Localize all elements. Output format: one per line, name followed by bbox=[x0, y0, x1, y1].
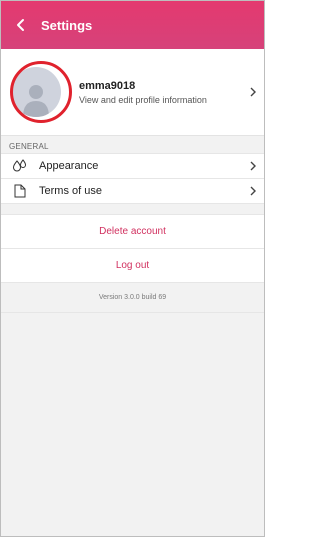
highlight-ring bbox=[10, 61, 72, 123]
chevron-right-icon bbox=[242, 186, 264, 196]
terms-of-use-item[interactable]: Terms of use bbox=[1, 178, 264, 204]
chevron-right-icon bbox=[242, 87, 264, 97]
username: emma9018 bbox=[79, 79, 136, 92]
appearance-label: Appearance bbox=[39, 160, 99, 172]
chevron-left-icon bbox=[17, 19, 24, 31]
delete-account-button[interactable]: Delete account bbox=[1, 214, 264, 248]
app-header: Settings bbox=[1, 1, 264, 49]
version-text: Version 3.0.0 build 69 bbox=[1, 283, 264, 313]
profile-subtitle: View and edit profile information bbox=[79, 94, 207, 105]
terms-of-use-label: Terms of use bbox=[39, 185, 102, 197]
settings-screen: Settings emma9018 View and edit profile … bbox=[0, 0, 265, 537]
profile-row[interactable]: emma9018 View and edit profile informati… bbox=[1, 49, 264, 136]
log-out-button[interactable]: Log out bbox=[1, 248, 264, 283]
back-button[interactable] bbox=[1, 1, 41, 49]
profile-text: emma9018 View and edit profile informati… bbox=[71, 80, 242, 105]
general-list: Appearance Terms of use bbox=[1, 153, 264, 204]
droplets-icon bbox=[7, 159, 33, 173]
section-label-general: GENERAL bbox=[9, 142, 49, 151]
document-icon bbox=[7, 184, 33, 198]
appearance-item[interactable]: Appearance bbox=[1, 153, 264, 178]
chevron-right-icon bbox=[242, 161, 264, 171]
page-title: Settings bbox=[41, 17, 93, 33]
